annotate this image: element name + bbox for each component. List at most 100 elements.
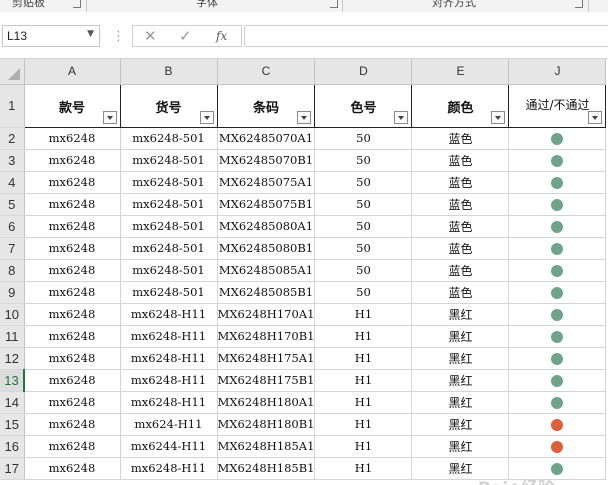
column-header-d[interactable]: D	[314, 59, 413, 85]
header-cell-color[interactable]: 颜色	[411, 83, 510, 128]
cell-item-no[interactable]: mx6248-H11	[120, 303, 218, 326]
column-header-a[interactable]: A	[24, 59, 121, 85]
cell-style-no[interactable]: mx6248	[24, 259, 121, 282]
cell-barcode[interactable]: MX62485085B1	[217, 281, 316, 304]
cell-style-no[interactable]: mx6248	[24, 457, 121, 480]
cell-style-no[interactable]: mx6248	[24, 347, 121, 370]
cell-barcode[interactable]: MX6248H175A1	[217, 347, 316, 370]
column-header-c[interactable]: C	[217, 59, 316, 85]
column-header-j[interactable]: J	[508, 59, 607, 85]
row-header[interactable]: 11	[0, 325, 25, 348]
cell-barcode[interactable]: MX6248H170A1	[217, 303, 316, 326]
name-box[interactable]: L13 ▼	[2, 25, 100, 47]
cell-style-no[interactable]: mx6248	[24, 193, 121, 216]
cell-item-no[interactable]: mx6248-501	[120, 237, 218, 260]
cell-color[interactable]: 蓝色	[411, 149, 510, 172]
row-header[interactable]: 7	[0, 237, 25, 260]
cell-item-no[interactable]: mx6248-H11	[120, 369, 218, 392]
row-header[interactable]: 14	[0, 391, 25, 414]
filter-dropdown-icon[interactable]	[297, 110, 312, 124]
cell-barcode[interactable]: MX62485070B1	[217, 149, 316, 172]
cell-pass-fail[interactable]	[508, 391, 607, 414]
cell-color[interactable]: 黑红	[411, 303, 510, 326]
cell-barcode[interactable]: MX6248H170B1	[217, 325, 316, 348]
insert-function-button[interactable]: fx	[216, 29, 227, 43]
cell-style-no[interactable]: mx6248	[24, 303, 121, 326]
cell-item-no[interactable]: mx6248-H11	[120, 325, 218, 348]
cell-color[interactable]: 蓝色	[411, 171, 510, 194]
row-header[interactable]: 4	[0, 171, 25, 194]
row-header[interactable]: 2	[0, 127, 25, 150]
cell-barcode[interactable]: MX6248H175B1	[217, 369, 316, 392]
row-header[interactable]: 3	[0, 149, 25, 172]
cell-style-no[interactable]: mx6248	[24, 435, 121, 458]
cell-item-no[interactable]: mx6248-501	[120, 193, 218, 216]
cell-color-no[interactable]: H1	[314, 435, 413, 458]
cell-style-no[interactable]: mx6248	[24, 413, 121, 436]
cell-color[interactable]: 蓝色	[411, 259, 510, 282]
font-launcher-icon[interactable]	[330, 0, 338, 8]
row-header[interactable]: 8	[0, 259, 25, 282]
cell-color-no[interactable]: H1	[314, 413, 413, 436]
cell-item-no[interactable]: mx6248-501	[120, 281, 218, 304]
cell-barcode[interactable]: MX62485080A1	[217, 215, 316, 238]
cell-color[interactable]: 黑红	[411, 325, 510, 348]
cell-barcode[interactable]: MX62485085A1	[217, 259, 316, 282]
cell-pass-fail[interactable]	[508, 193, 607, 216]
cell-barcode[interactable]: MX62485075A1	[217, 171, 316, 194]
cell-color[interactable]: 蓝色	[411, 281, 510, 304]
cell-pass-fail[interactable]	[508, 149, 607, 172]
header-cell-pass-fail[interactable]: 通过/不通过	[508, 83, 607, 128]
row-header[interactable]: 13	[0, 369, 25, 392]
formula-bar-resize-handle[interactable]: ⋮	[112, 29, 125, 44]
alignment-launcher-icon[interactable]	[575, 0, 583, 8]
row-header[interactable]: 16	[0, 435, 25, 458]
cell-pass-fail[interactable]	[508, 259, 607, 282]
cell-color[interactable]: 黑红	[411, 435, 510, 458]
cell-pass-fail[interactable]	[508, 347, 607, 370]
filter-dropdown-icon[interactable]	[394, 110, 409, 124]
cell-item-no[interactable]: mx6248-501	[120, 149, 218, 172]
header-cell-color-no[interactable]: 色号	[314, 83, 413, 128]
cell-barcode[interactable]: MX62485070A1	[217, 127, 316, 150]
filter-dropdown-icon[interactable]	[588, 110, 603, 124]
cell-pass-fail[interactable]	[508, 215, 607, 238]
filter-dropdown-icon[interactable]	[102, 110, 117, 124]
cell-item-no[interactable]: mx6248-501	[120, 259, 218, 282]
cell-barcode[interactable]: MX6248H185B1	[217, 457, 316, 480]
cell-barcode[interactable]: MX6248H180B1	[217, 413, 316, 436]
cell-pass-fail[interactable]	[508, 127, 607, 150]
cell-color-no[interactable]: 50	[314, 127, 413, 150]
cell-color-no[interactable]: 50	[314, 281, 413, 304]
cell-style-no[interactable]: mx6248	[24, 171, 121, 194]
row-header[interactable]: 10	[0, 303, 25, 326]
cell-color[interactable]: 蓝色	[411, 237, 510, 260]
cell-color-no[interactable]: 50	[314, 149, 413, 172]
cell-barcode[interactable]: MX62485075B1	[217, 193, 316, 216]
cell-pass-fail[interactable]	[508, 303, 607, 326]
cell-item-no[interactable]: mx6248-501	[120, 171, 218, 194]
cell-color[interactable]: 蓝色	[411, 215, 510, 238]
cell-color-no[interactable]: 50	[314, 193, 413, 216]
cell-color[interactable]: 黑红	[411, 369, 510, 392]
cell-style-no[interactable]: mx6248	[24, 127, 121, 150]
cell-color-no[interactable]: H1	[314, 325, 413, 348]
row-header[interactable]: 1	[0, 84, 25, 128]
cell-pass-fail[interactable]	[508, 413, 607, 436]
cell-color[interactable]: 黑红	[411, 347, 510, 370]
cell-style-no[interactable]: mx6248	[24, 281, 121, 304]
cell-color[interactable]: 蓝色	[411, 127, 510, 150]
chevron-down-icon[interactable]: ▼	[87, 29, 94, 39]
cell-pass-fail[interactable]	[508, 281, 607, 304]
cell-color-no[interactable]: 50	[314, 215, 413, 238]
cell-color[interactable]: 蓝色	[411, 193, 510, 216]
cell-color[interactable]: 黑红	[411, 391, 510, 414]
cell-item-no[interactable]: mx6248-H11	[120, 347, 218, 370]
cell-color-no[interactable]: 50	[314, 259, 413, 282]
filter-dropdown-icon[interactable]	[199, 110, 214, 124]
cell-color[interactable]: 黑红	[411, 413, 510, 436]
cell-style-no[interactable]: mx6248	[24, 215, 121, 238]
cell-style-no[interactable]: mx6248	[24, 325, 121, 348]
row-header[interactable]: 17	[0, 457, 25, 480]
cell-barcode[interactable]: MX62485080B1	[217, 237, 316, 260]
